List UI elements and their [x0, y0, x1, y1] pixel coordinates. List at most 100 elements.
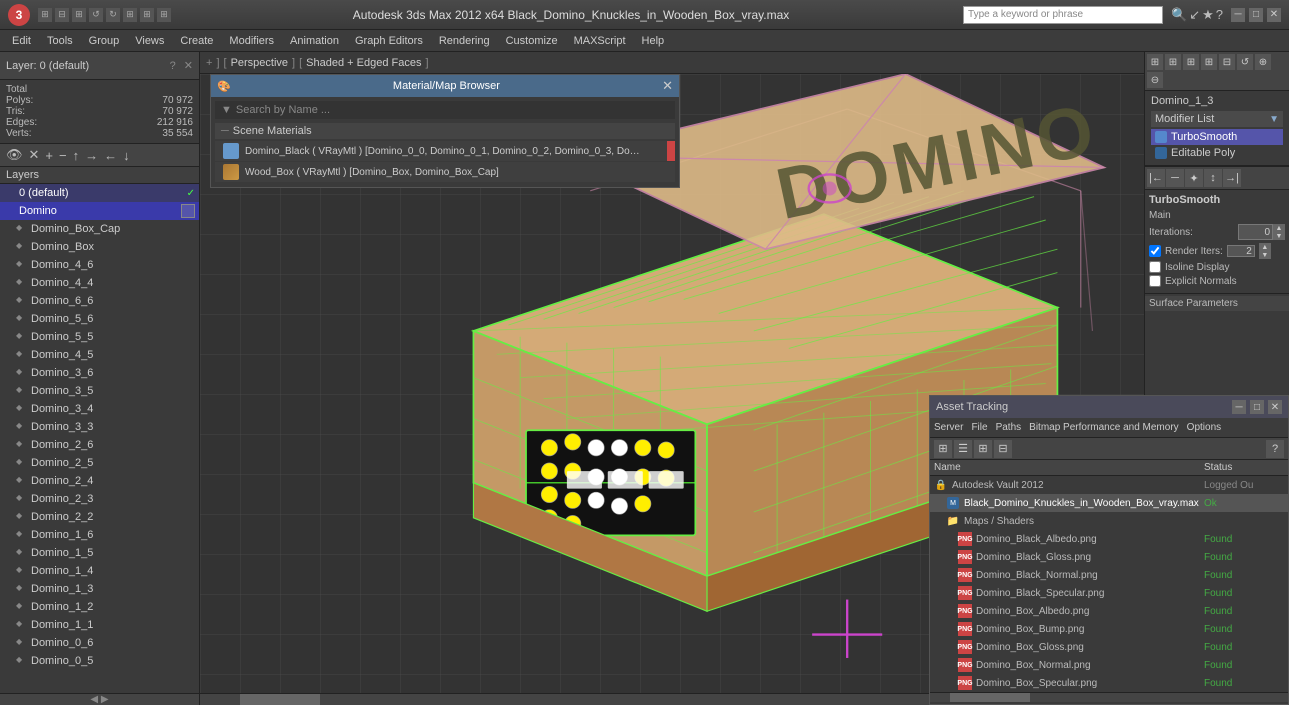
at-row[interactable]: PNGDomino_Box_Specular.pngFound: [930, 674, 1288, 692]
rtb-3[interactable]: ⊞: [1183, 54, 1199, 70]
at-tb-1[interactable]: ⊞: [934, 440, 952, 458]
rt-icon-5[interactable]: →|: [1223, 169, 1241, 187]
rtb-2[interactable]: ⊞: [1165, 54, 1181, 70]
at-menu-file[interactable]: File: [971, 422, 987, 433]
iterations-input[interactable]: [1238, 224, 1273, 240]
layer-item[interactable]: ◆Domino_0_6: [0, 634, 199, 652]
layer-item[interactable]: ◆Domino_4_4: [0, 274, 199, 292]
layer-item[interactable]: ◆Domino_2_6: [0, 436, 199, 454]
menu-item-customize[interactable]: Customize: [498, 33, 566, 49]
toolbar-btn[interactable]: ⊞: [38, 8, 52, 22]
at-row[interactable]: PNGDomino_Black_Gloss.pngFound: [930, 548, 1288, 566]
layer-item[interactable]: ◆Domino_5_6: [0, 310, 199, 328]
at-row[interactable]: PNGDomino_Black_Normal.pngFound: [930, 566, 1288, 584]
layer-item[interactable]: ◆Domino_1_4: [0, 562, 199, 580]
rt-icon-3[interactable]: ✦: [1185, 169, 1203, 187]
help-icon[interactable]: ?: [1216, 7, 1223, 23]
plus-icon[interactable]: +: [43, 147, 55, 164]
at-row[interactable]: PNGDomino_Black_Albedo.pngFound: [930, 530, 1288, 548]
menu-item-edit[interactable]: Edit: [4, 33, 39, 49]
minimize-btn[interactable]: ─: [1231, 8, 1245, 22]
layer-help[interactable]: ?: [170, 60, 176, 72]
at-help[interactable]: ?: [1266, 440, 1284, 458]
search-box[interactable]: Type a keyword or phrase: [963, 6, 1163, 24]
rtb-5[interactable]: ⊟: [1219, 54, 1235, 70]
layer-item[interactable]: ◆Domino_Box_Cap: [0, 220, 199, 238]
modifier-item[interactable]: Editable Poly: [1151, 145, 1283, 161]
rt-icon-2[interactable]: ─: [1166, 169, 1184, 187]
at-row[interactable]: 📁Maps / Shaders: [930, 512, 1288, 530]
collapse-icon[interactable]: ─: [221, 125, 229, 137]
toolbar-btn[interactable]: ⊞: [72, 8, 86, 22]
iterations-spinner[interactable]: ▲▼: [1273, 224, 1285, 240]
layer-item[interactable]: ◆Domino_1_2: [0, 598, 199, 616]
at-row[interactable]: PNGDomino_Black_Specular.pngFound: [930, 584, 1288, 602]
iterations-control[interactable]: ▲▼: [1238, 224, 1285, 240]
at-row[interactable]: PNGDomino_Box_Bump.pngFound: [930, 620, 1288, 638]
eye-icon[interactable]: 👁: [4, 146, 25, 164]
layer-item[interactable]: ◆Domino_6_6: [0, 292, 199, 310]
menu-item-modifiers[interactable]: Modifiers: [221, 33, 282, 49]
layer-item[interactable]: ◆Domino_2_5: [0, 454, 199, 472]
layer-item[interactable]: ◆Domino_2_3: [0, 490, 199, 508]
toolbar-btn[interactable]: ⊞: [123, 8, 137, 22]
layer-item[interactable]: ◆Domino_1_6: [0, 526, 199, 544]
search-label[interactable]: Search by Name ...: [236, 104, 330, 116]
rtb-4[interactable]: ⊞: [1201, 54, 1217, 70]
layer-item[interactable]: ◆Domino_4_6: [0, 256, 199, 274]
arrow-down-icon[interactable]: ↓: [121, 147, 132, 164]
rtb-1[interactable]: ⊞: [1147, 54, 1163, 70]
layer-item[interactable]: ◆Domino_5_5: [0, 328, 199, 346]
at-maximize[interactable]: □: [1250, 400, 1264, 414]
material-browser-close[interactable]: ✕: [662, 78, 673, 94]
explicit-check[interactable]: [1149, 275, 1161, 287]
star-icon[interactable]: ★: [1202, 7, 1214, 23]
menu-item-group[interactable]: Group: [81, 33, 128, 49]
layer-item[interactable]: Domino: [0, 202, 199, 220]
layer-item[interactable]: ◆Domino_2_2: [0, 508, 199, 526]
menu-item-rendering[interactable]: Rendering: [431, 33, 498, 49]
arrow-right-icon[interactable]: →: [83, 147, 100, 164]
toolbar-btn[interactable]: ↻: [106, 8, 120, 22]
at-tb-4[interactable]: ⊟: [994, 440, 1012, 458]
modifier-dropdown[interactable]: ▼: [1269, 114, 1279, 125]
at-menu-options[interactable]: Options: [1187, 422, 1221, 433]
rtb-8[interactable]: ⊖: [1147, 72, 1163, 88]
at-minimize[interactable]: ─: [1232, 400, 1246, 414]
toolbar-btn[interactable]: ⊟: [55, 8, 69, 22]
window-controls[interactable]: ─ □ ✕: [1231, 8, 1281, 22]
toolbar-btn[interactable]: ⊞: [157, 8, 171, 22]
menu-item-views[interactable]: Views: [127, 33, 172, 49]
render-iters-spinner[interactable]: ▲▼: [1259, 243, 1271, 259]
menu-item-help[interactable]: Help: [634, 33, 673, 49]
toolbar-btn[interactable]: ↺: [89, 8, 103, 22]
at-row[interactable]: PNGDomino_Box_Albedo.pngFound: [930, 602, 1288, 620]
at-tb-3[interactable]: ⊞: [974, 440, 992, 458]
at-menu-bitmap[interactable]: Bitmap Performance and Memory: [1029, 422, 1179, 433]
layer-item[interactable]: ◆Domino_1_3: [0, 580, 199, 598]
layer-item[interactable]: ◆Domino_3_3: [0, 418, 199, 436]
render-iters-check[interactable]: [1149, 245, 1161, 257]
isoline-check[interactable]: [1149, 261, 1161, 273]
menu-item-animation[interactable]: Animation: [282, 33, 347, 49]
arrow-icon[interactable]: ↙: [1189, 7, 1200, 23]
at-row[interactable]: MBlack_Domino_Knuckles_in_Wooden_Box_vra…: [930, 494, 1288, 512]
at-row[interactable]: PNGDomino_Box_Normal.pngFound: [930, 656, 1288, 674]
search-icon[interactable]: 🔍: [1171, 7, 1187, 23]
layer-close[interactable]: ✕: [184, 59, 193, 72]
arrow-left-icon[interactable]: ←: [102, 147, 119, 164]
menu-item-tools[interactable]: Tools: [39, 33, 81, 49]
at-close[interactable]: ✕: [1268, 400, 1282, 414]
menu-item-create[interactable]: Create: [172, 33, 221, 49]
menu-item-maxscript[interactable]: MAXScript: [566, 33, 634, 49]
toolbar-btn[interactable]: ⊞: [140, 8, 154, 22]
minus-icon[interactable]: −: [57, 147, 69, 164]
rtb-7[interactable]: ⊕: [1255, 54, 1271, 70]
render-iters-input[interactable]: [1227, 245, 1255, 257]
at-row[interactable]: 🔒Autodesk Vault 2012Logged Ou: [930, 476, 1288, 494]
layer-item[interactable]: ◆Domino_1_5: [0, 544, 199, 562]
add-icon[interactable]: ✕: [27, 146, 42, 164]
material-item[interactable]: Domino_Black ( VRayMtl ) [Domino_0_0, Do…: [215, 141, 675, 161]
arrow-up-icon[interactable]: ↑: [71, 147, 82, 164]
layer-item[interactable]: ◆Domino_3_4: [0, 400, 199, 418]
